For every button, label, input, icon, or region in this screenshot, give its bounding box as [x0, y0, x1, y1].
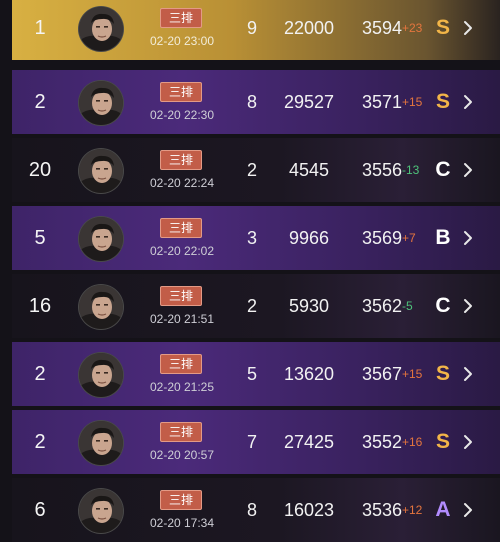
match-row[interactable]: 2 三排 02-20 21:25 5 13620 3567 +15 S — [12, 342, 500, 406]
player-avatar[interactable] — [78, 488, 124, 534]
chevron-right-icon[interactable] — [460, 94, 476, 110]
mode-badge: 三排 — [160, 354, 202, 374]
rank-number: 5 — [34, 227, 46, 249]
rating-delta: +7 — [402, 231, 416, 245]
rating-delta: +15 — [402, 367, 423, 381]
grade-letter: A — [435, 498, 451, 521]
rank-number: 2 — [34, 91, 46, 113]
rating-value: 3571 — [361, 92, 402, 112]
placement-value: 3 — [246, 228, 257, 248]
chevron-right-icon[interactable] — [460, 434, 476, 450]
rating-value: 3536 — [361, 500, 402, 520]
mode-badge: 三排 — [160, 82, 202, 102]
player-avatar[interactable] — [78, 6, 124, 52]
player-avatar[interactable] — [78, 420, 124, 466]
rank-number: 2 — [34, 363, 46, 385]
match-time: 02-20 21:25 — [149, 380, 215, 394]
placement-value: 7 — [246, 432, 257, 452]
score-value: 9966 — [288, 228, 330, 248]
match-row[interactable]: 2 三排 02-20 22:30 8 29527 3571 +15 S — [12, 70, 500, 134]
match-time: 02-20 22:30 — [149, 108, 215, 122]
grade-letter: S — [435, 430, 450, 453]
mode-badge: 三排 — [160, 490, 202, 510]
placement-value: 2 — [246, 296, 257, 316]
rating-value: 3556 — [361, 160, 402, 180]
chevron-right-icon[interactable] — [460, 230, 476, 246]
rating-value: 3594 — [361, 18, 402, 38]
grade-letter: C — [435, 158, 451, 181]
grade-letter: S — [435, 90, 450, 113]
mode-badge: 三排 — [160, 286, 202, 306]
score-value: 16023 — [283, 500, 335, 520]
score-value: 22000 — [283, 18, 335, 38]
match-row[interactable]: 2 三排 02-20 20:57 7 27425 3552 +16 S — [12, 410, 500, 474]
rating-delta: -13 — [402, 163, 420, 177]
placement-value: 9 — [246, 18, 257, 38]
player-avatar[interactable] — [78, 148, 124, 194]
rating-delta: +15 — [402, 95, 423, 109]
chevron-right-icon[interactable] — [460, 162, 476, 178]
score-value: 27425 — [283, 432, 335, 452]
mode-badge: 三排 — [160, 8, 202, 28]
match-time: 02-20 23:00 — [149, 34, 215, 48]
score-value: 4545 — [288, 160, 330, 180]
grade-letter: S — [435, 16, 450, 39]
rank-number: 20 — [28, 159, 52, 181]
match-history-list: 1 三排 02-20 23:00 9 22000 3594 +23 S 2 三排 02-20 22:… — [0, 0, 500, 542]
rating-value: 3562 — [361, 296, 402, 316]
match-time: 02-20 22:24 — [149, 176, 215, 190]
rank-number: 2 — [34, 431, 46, 453]
match-time: 02-20 22:02 — [149, 244, 215, 258]
placement-value: 8 — [246, 500, 257, 520]
score-value: 29527 — [283, 92, 335, 112]
rating-value: 3552 — [361, 432, 402, 452]
placement-value: 8 — [246, 92, 257, 112]
rank-number: 6 — [34, 499, 46, 521]
match-row[interactable]: 6 三排 02-20 17:34 8 16023 3536 +12 A — [12, 478, 500, 542]
rating-delta: -5 — [402, 299, 413, 313]
mode-badge: 三排 — [160, 150, 202, 170]
grade-letter: C — [435, 294, 451, 317]
placement-value: 2 — [246, 160, 257, 180]
rating-delta: +23 — [402, 21, 423, 35]
chevron-right-icon[interactable] — [460, 20, 476, 36]
rating-value: 3569 — [361, 228, 402, 248]
rating-delta: +16 — [402, 435, 423, 449]
match-time: 02-20 17:34 — [149, 516, 215, 530]
match-time: 02-20 21:51 — [149, 312, 215, 326]
match-row[interactable]: 5 三排 02-20 22:02 3 9966 3569 +7 B — [12, 206, 500, 270]
mode-badge: 三排 — [160, 422, 202, 442]
player-avatar[interactable] — [78, 284, 124, 330]
match-time: 02-20 20:57 — [149, 448, 215, 462]
grade-letter: S — [435, 362, 450, 385]
rating-delta: +12 — [402, 503, 423, 517]
player-avatar[interactable] — [78, 80, 124, 126]
placement-value: 5 — [246, 364, 257, 384]
score-value: 5930 — [288, 296, 330, 316]
chevron-right-icon[interactable] — [460, 298, 476, 314]
score-value: 13620 — [283, 364, 335, 384]
chevron-right-icon[interactable] — [460, 502, 476, 518]
match-row[interactable]: 16 三排 02-20 21:51 2 5930 3562 -5 C — [12, 274, 500, 338]
match-row[interactable]: 1 三排 02-20 23:00 9 22000 3594 +23 S — [12, 0, 500, 60]
rank-number: 1 — [34, 17, 46, 39]
rank-number: 16 — [28, 295, 52, 317]
grade-letter: B — [435, 226, 451, 249]
match-row[interactable]: 20 三排 02-20 22:24 2 4545 3556 -13 C — [12, 138, 500, 202]
mode-badge: 三排 — [160, 218, 202, 238]
rating-value: 3567 — [361, 364, 402, 384]
chevron-right-icon[interactable] — [460, 366, 476, 382]
player-avatar[interactable] — [78, 216, 124, 262]
player-avatar[interactable] — [78, 352, 124, 398]
